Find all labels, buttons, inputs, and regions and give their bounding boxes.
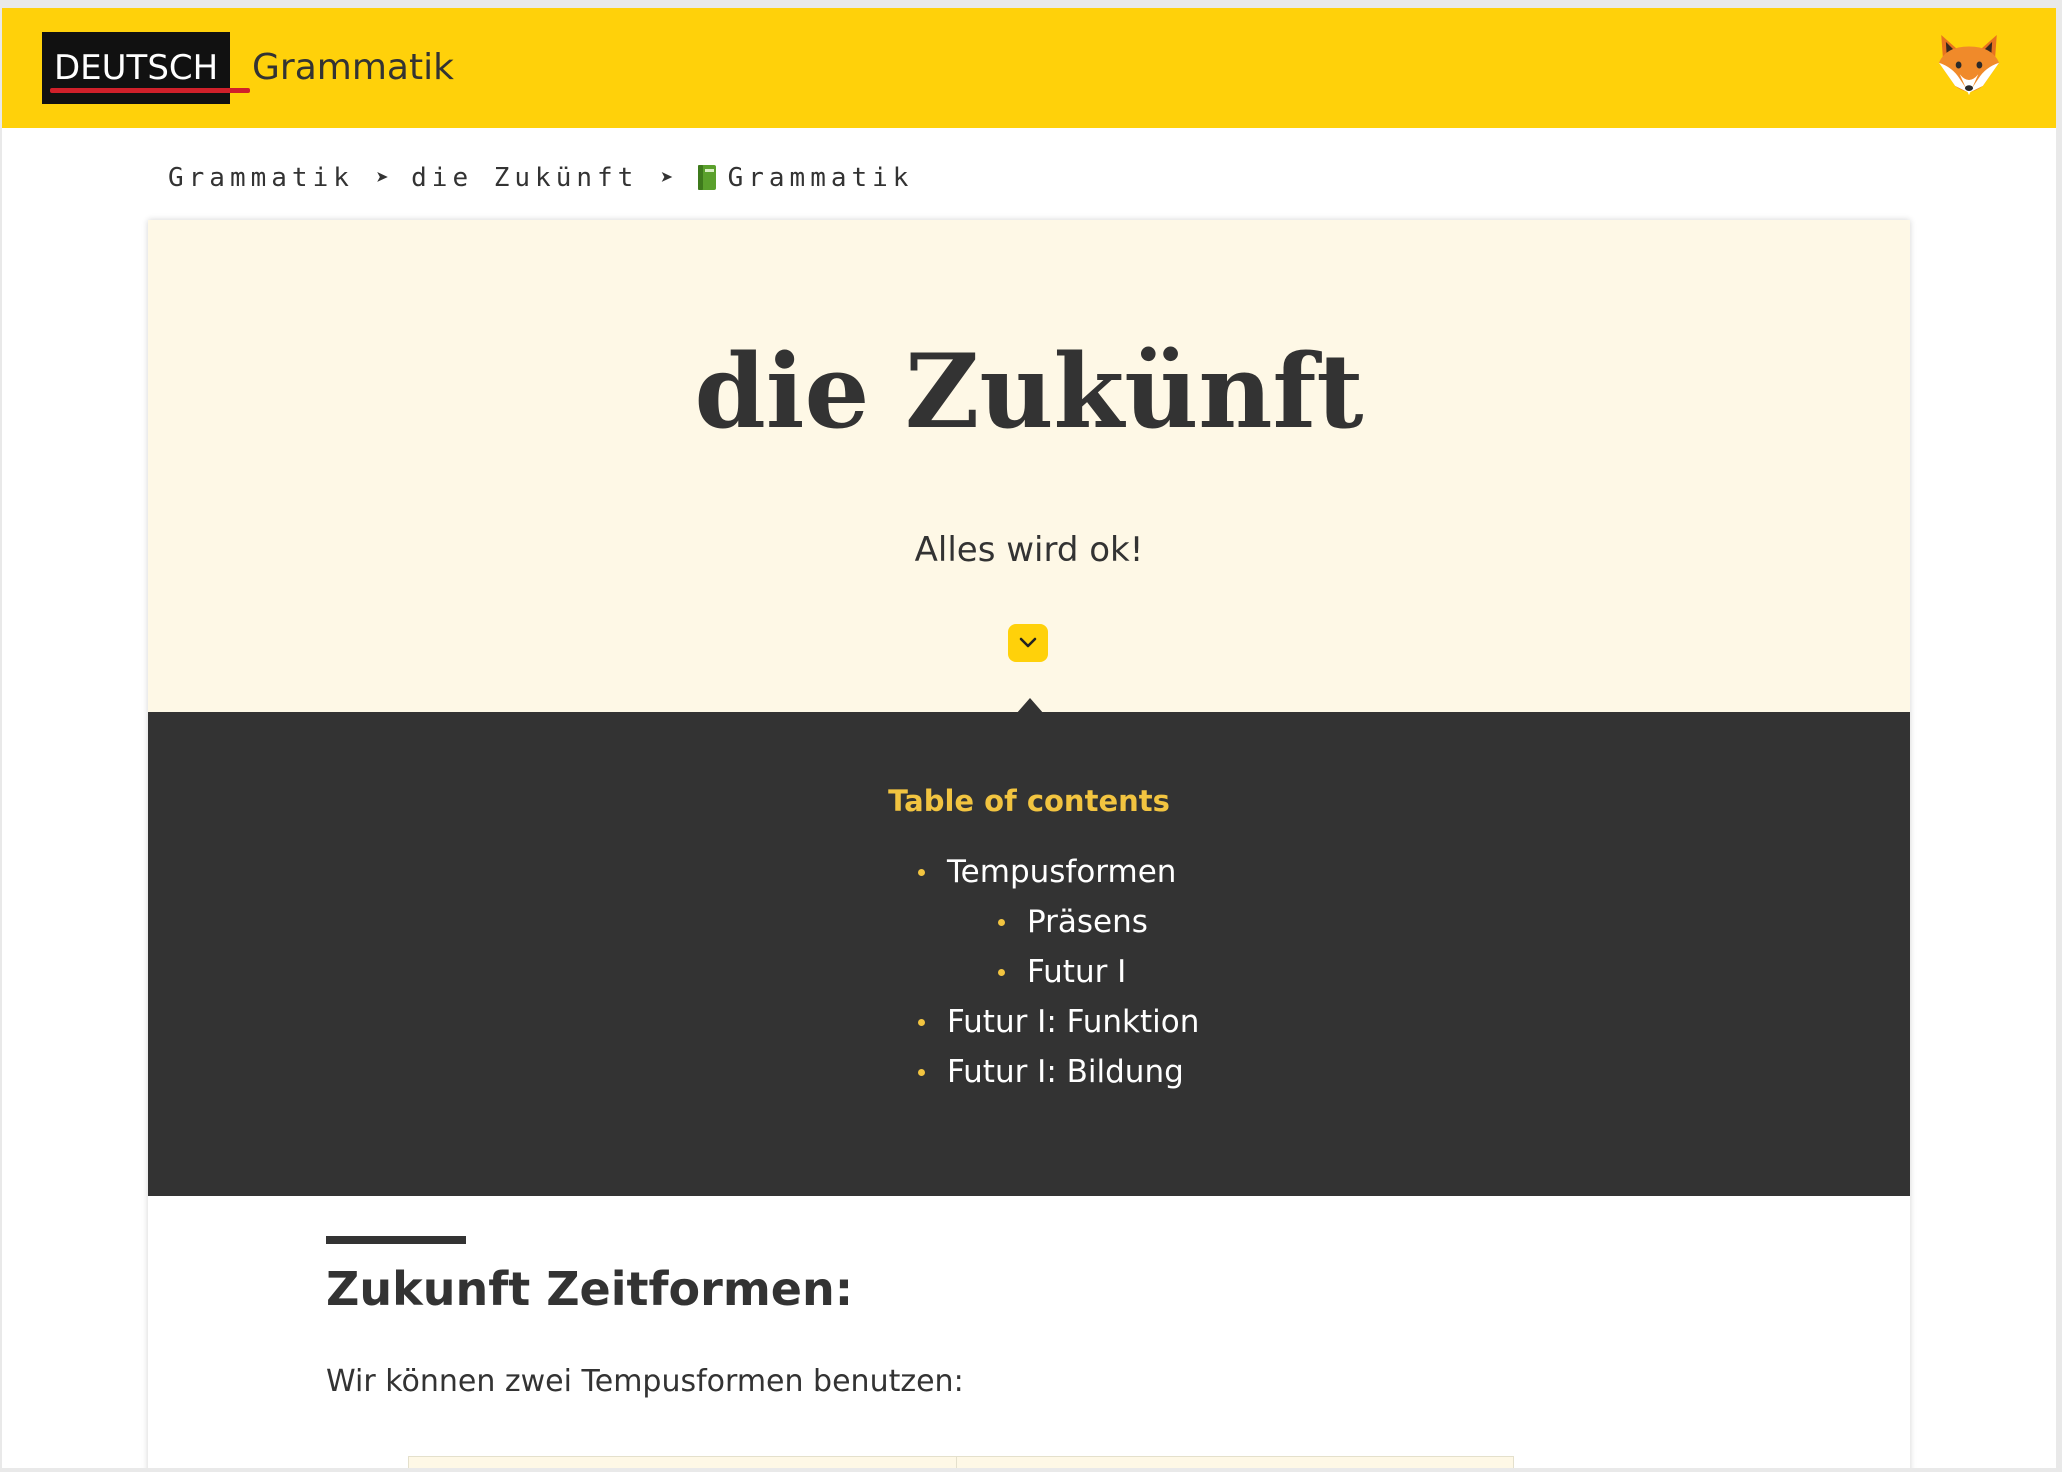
toc-bullet [998,918,1005,926]
toc-item-label: Tempusformen [947,854,1177,890]
toc-toggle-button[interactable] [1008,624,1048,662]
section-heading: Zukunft Zeitformen: [326,1262,854,1316]
toc-item-futur-i-bildung[interactable]: Futur I: Bildung [918,1047,1184,1097]
section-paragraph: Wir können zwei Tempusformen benutzen: [326,1364,964,1399]
article-card: die Zukünft Alles wird ok! Table of cont… [148,220,1910,1468]
logo-underline [50,88,250,93]
tense-table [408,1456,1514,1468]
toc-item-label: Futur I [1027,954,1127,990]
fox-face-icon[interactable] [1932,28,2006,102]
breadcrumb-item-grammatik[interactable]: Grammatik [168,163,354,193]
page-title: die Zukünft [694,332,1364,452]
toc-item-label: Präsens [1027,904,1148,940]
logo-box-text: DEUTSCH [42,32,231,104]
logo-text: Grammatik [252,47,454,88]
toc-bullet [998,968,1005,976]
page: DEUTSCH Grammatik Grammatik ➤ die Zukünf… [2,8,2056,1468]
breadcrumb-separator: ➤ [375,165,390,191]
toc-item-praesens[interactable]: Präsens [998,897,1148,947]
breadcrumb-current-label: Grammatik [727,163,914,193]
toc-item-futur-i[interactable]: Futur I [998,947,1126,997]
green-book-icon [697,165,716,190]
toc-bullet [918,1068,925,1076]
toc-item-label: Futur I: Funktion [947,1004,1200,1040]
table-column-divider [956,1457,957,1468]
chevron-down-icon [1019,637,1037,648]
breadcrumb: Grammatik ➤ die Zukünft ➤ Grammatik [168,156,913,200]
toc-bullet [918,1018,925,1026]
article-content: Zukunft Zeitformen: Wir können zwei Temp… [148,1196,1910,1468]
page-subtitle: Alles wird ok! [914,530,1144,570]
hero-section: die Zukünft Alles wird ok! [148,220,1910,714]
breadcrumb-item-die-zukunft[interactable]: die Zukünft [411,163,638,193]
toc-item-tempusformen[interactable]: Tempusformen [918,847,1176,897]
toc-item-label: Futur I: Bildung [947,1054,1184,1090]
table-of-contents: Table of contents Tempusformen Präsens F… [148,712,1910,1196]
top-bar: DEUTSCH Grammatik [2,8,2056,128]
heading-accent-bar [326,1236,466,1244]
toc-bullet [918,868,925,876]
breadcrumb-separator: ➤ [660,165,674,191]
toc-item-futur-i-funktion[interactable]: Futur I: Funktion [918,997,1199,1047]
toc-list: Tempusformen Präsens Futur I Futur I: Fu… [148,712,1910,1196]
breadcrumb-item-current: Grammatik [696,163,914,193]
